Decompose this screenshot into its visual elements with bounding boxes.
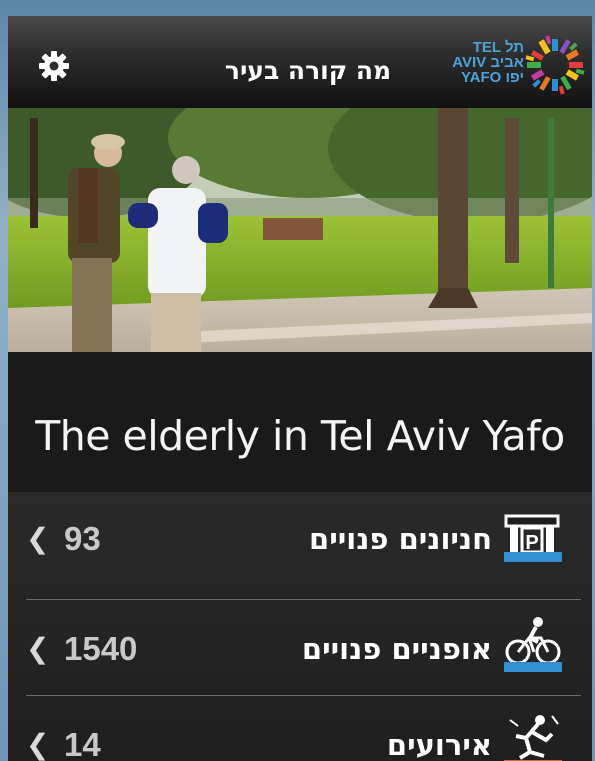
row-divider bbox=[26, 599, 581, 600]
logo-burst-icon bbox=[525, 35, 585, 95]
chevron-left-icon: ❮ bbox=[26, 522, 50, 555]
info-list: ❮ 93 חניונים פנויים P ❮ 1540 אופניים פנו… bbox=[8, 492, 592, 761]
logo-line-3: YAFO יפו bbox=[461, 69, 524, 86]
logo-text: TEL תל AVIV אביב YAFO יפו bbox=[448, 40, 524, 85]
row-divider bbox=[26, 695, 581, 696]
page-title: מה קורה בעיר bbox=[224, 56, 392, 85]
logo-line-1: TEL תל bbox=[472, 39, 524, 56]
gear-icon[interactable] bbox=[38, 50, 70, 82]
hero-caption[interactable]: The elderly in Tel Aviv Yafo bbox=[8, 412, 592, 460]
chevron-left-icon: ❮ bbox=[26, 632, 50, 665]
bicycle-icon bbox=[504, 617, 562, 672]
app-header: מה קורה בעיר TEL תל AVIV אביב YAFO יפו bbox=[8, 16, 592, 110]
bicycles-label: אופניים פנויים bbox=[301, 632, 492, 666]
events-icon bbox=[504, 715, 562, 761]
events-count: 14 bbox=[64, 726, 101, 761]
bicycles-count: 1540 bbox=[64, 630, 138, 667]
list-item-events[interactable]: ❮ 14 אירועים bbox=[8, 698, 592, 761]
tel-aviv-logo: TEL תל AVIV אביב YAFO יפו bbox=[448, 26, 588, 104]
events-label: אירועים bbox=[386, 728, 492, 761]
hero-photo bbox=[8, 108, 592, 352]
parking-icon: P bbox=[504, 514, 562, 562]
list-item-parking[interactable]: ❮ 93 חניונים פנויים P bbox=[8, 492, 592, 586]
hero-caption-band: The elderly in Tel Aviv Yafo bbox=[8, 352, 592, 493]
list-item-bicycles[interactable]: ❮ 1540 אופניים פנויים bbox=[8, 602, 592, 696]
chevron-left-icon: ❮ bbox=[26, 728, 50, 761]
logo-line-2: AVIV אביב bbox=[452, 54, 524, 71]
parking-label: חניונים פנויים bbox=[309, 522, 492, 556]
parking-count: 93 bbox=[64, 520, 101, 557]
svg-text:P: P bbox=[525, 532, 538, 554]
app-screen: מה קורה בעיר TEL תל AVIV אביב YAFO יפו T… bbox=[8, 16, 592, 761]
